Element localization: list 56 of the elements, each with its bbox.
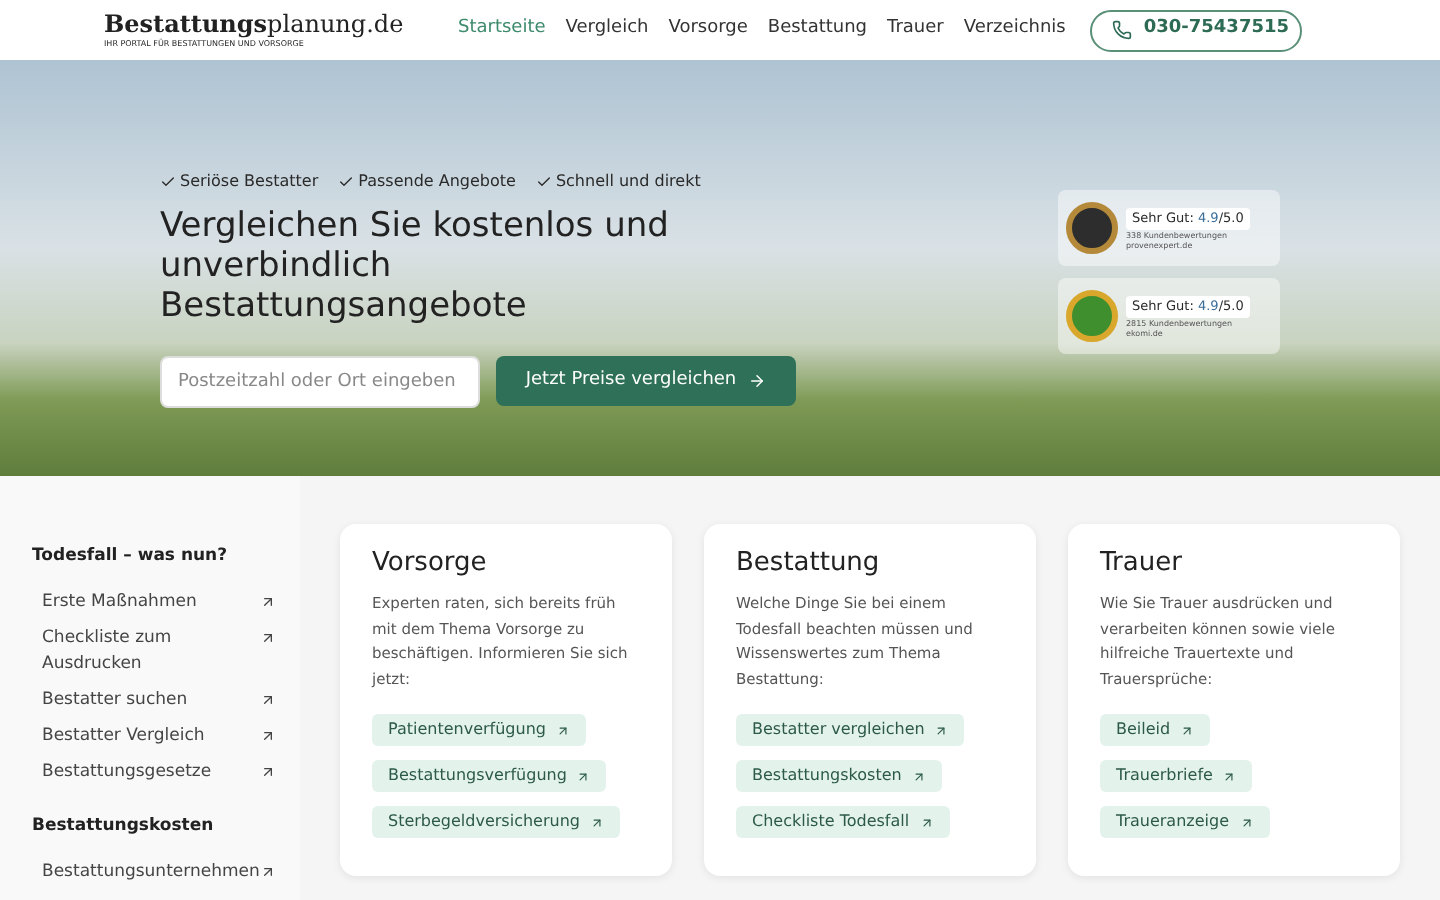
external-arrow-icon [1180,723,1195,737]
topic-link-chip[interactable]: Trauerbriefe [1100,760,1253,792]
benefit-text: Schnell und direkt [555,170,701,194]
topic-link-chip[interactable]: Bestattungskosten [736,760,942,792]
benefit-text: Seriöse Bestatter [180,170,319,194]
external-arrow-icon [919,815,934,829]
check-icon [535,174,552,190]
external-arrow-icon [589,815,604,829]
nav-link[interactable]: Verzeichnis [963,16,1066,44]
external-arrow-icon [934,723,949,737]
external-arrow-icon [911,769,926,783]
sidebar-link[interactable]: Bestattungsunternehmen [32,859,276,885]
site-logo[interactable]: Bestattungsplanung.de [104,12,444,38]
nav-link[interactable]: Startseite [458,16,546,44]
hero-headline: Vergleichen Sie kostenlos und unverbindlich Bestattungsangebote [160,206,671,326]
card-title: Bestattung [736,548,882,580]
topic-link-chip[interactable]: Checkliste Todesfall [736,806,950,838]
card-title: Vorsorge [372,548,489,580]
nav-link[interactable]: Bestattung [767,16,868,44]
external-arrow-icon [555,723,570,737]
compare-prices-button[interactable]: Jetzt Preise vergleichen [496,356,796,406]
sidebar-link[interactable]: Checkliste zum Ausdrucken [32,625,276,678]
seal-icon [1066,202,1118,254]
topic-link-chip[interactable]: Patientenverfügung [372,714,586,746]
benefit-text: Passende Angebote [358,170,516,194]
check-icon [160,174,176,190]
location-search-field[interactable]: Postzeitzahl oder Ort eingeben [160,356,480,408]
seal-icon [1066,290,1118,342]
external-arrow-icon [1222,769,1237,783]
sidebar-link[interactable]: Erste Maßnahmen [32,589,276,616]
external-arrow-icon [576,769,591,783]
sidebar-heading: Bestattungskosten [32,813,216,839]
card-title: Trauer [1100,548,1184,580]
topic-link-chip[interactable]: Sterbegeldversicherung [372,806,620,838]
sidebar-link[interactable]: Bestattungsgesetze [32,759,276,786]
topic-link-chip[interactable]: Beileid [1100,714,1211,746]
nav-link[interactable]: Trauer [887,16,944,44]
topic-link-chip[interactable]: Bestattungsverfügung [372,760,607,792]
external-arrow-icon [260,691,276,708]
sidebar-heading: Todesfall – was nun? [32,544,230,570]
check-icon [338,174,355,190]
external-arrow-icon [260,629,276,646]
nav-link[interactable]: Vergleich [565,16,649,44]
external-arrow-icon [260,727,276,744]
phone-icon [1111,20,1132,40]
phone-button[interactable]: 030-75437515 [1089,9,1302,51]
topic-link-chip[interactable]: Bestatter vergleichen [736,714,965,746]
external-arrow-icon [260,593,276,610]
arrow-right-icon [748,372,767,390]
external-arrow-icon [1239,815,1253,829]
external-arrow-icon [260,863,276,879]
topic-link-chip[interactable]: Traueranzeige [1100,806,1269,838]
external-arrow-icon [260,763,276,780]
nav-link[interactable]: Vorsorge [668,16,748,44]
sidebar-link[interactable]: Bestatter Vergleich [32,723,276,750]
sidebar-link[interactable]: Bestatter suchen [32,687,276,714]
